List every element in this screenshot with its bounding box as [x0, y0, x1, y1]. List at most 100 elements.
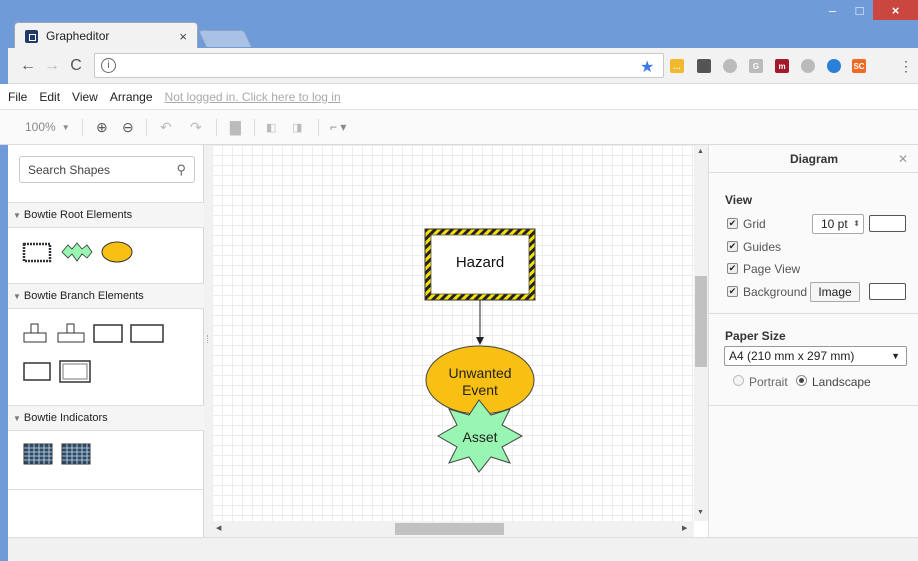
zoom-in-icon[interactable]: ⊕: [96, 118, 108, 136]
branch-shapes-palette: [23, 323, 164, 383]
close-icon[interactable]: ×: [873, 0, 918, 20]
sidebar-splitter[interactable]: [204, 145, 212, 537]
scroll-up-icon[interactable]: ▲: [697, 148, 704, 155]
extension-icon[interactable]: m: [775, 59, 789, 73]
grid-size-stepper[interactable]: 10 pt ⬍: [812, 214, 864, 234]
extension-icon[interactable]: G: [749, 59, 763, 73]
tab-close-icon[interactable]: ×: [179, 29, 187, 44]
view-heading: View: [725, 193, 753, 207]
grid-color-swatch[interactable]: [869, 215, 906, 232]
scroll-right-icon[interactable]: ▶: [682, 524, 687, 532]
section-bowtie-root[interactable]: ▼ Bowtie Root Elements: [8, 202, 204, 228]
image-button[interactable]: Image: [810, 282, 860, 302]
portrait-radio[interactable]: [733, 375, 744, 386]
shape-hazard[interactable]: [22, 242, 52, 263]
landscape-radio[interactable]: [796, 375, 807, 386]
chevron-down-icon: ▼: [891, 351, 900, 361]
menu-arrange[interactable]: Arrange: [110, 90, 153, 104]
connector-edge[interactable]: [476, 300, 484, 345]
toolbar-divider: [82, 119, 83, 136]
reload-icon[interactable]: C: [66, 56, 86, 76]
minimize-icon[interactable]: –: [819, 0, 846, 20]
browser-tab[interactable]: Grapheditor ×: [14, 22, 198, 49]
horizontal-scrollbar[interactable]: ◀ ▶: [212, 521, 694, 537]
shape-threat[interactable]: [93, 324, 123, 343]
back-icon[interactable]: ←: [18, 56, 38, 76]
section-bowtie-branch[interactable]: ▼ Bowtie Branch Elements: [8, 283, 204, 309]
diagram-canvas[interactable]: Hazard Unwanted Event Asset: [212, 145, 694, 521]
shape-unwanted-event[interactable]: [101, 241, 133, 263]
shape-barrier[interactable]: [23, 323, 47, 343]
paper-size-heading: Paper Size: [725, 329, 786, 343]
shape-escalation-factor[interactable]: [59, 360, 91, 383]
shape-security-control[interactable]: [57, 323, 85, 343]
tab-title: Grapheditor: [46, 29, 110, 43]
chevron-down-icon: ▼: [13, 292, 21, 301]
zoom-out-icon[interactable]: ⊖: [122, 118, 134, 136]
vertical-scroll-thumb[interactable]: [695, 276, 707, 367]
to-back-icon[interactable]: ◨: [292, 118, 302, 136]
browser-menu-icon[interactable]: ⋮: [896, 56, 916, 76]
shape-asset[interactable]: [61, 242, 93, 262]
grid-size-value: 10 pt: [821, 217, 848, 231]
scroll-down-icon[interactable]: ▼: [697, 509, 704, 516]
format-panel-title: Diagram: [709, 145, 918, 173]
menu-view[interactable]: View: [72, 90, 98, 104]
horizontal-scroll-thumb[interactable]: [395, 523, 504, 535]
search-shapes-input[interactable]: Search Shapes ⚲: [19, 156, 195, 183]
toolbar-divider: [146, 119, 147, 136]
chevron-down-icon: ▼: [61, 122, 70, 132]
shape-consequence[interactable]: [130, 324, 164, 343]
extension-icon[interactable]: …: [670, 59, 684, 73]
extension-icon[interactable]: [723, 59, 737, 73]
chevron-down-icon: ▼: [13, 211, 21, 220]
scroll-left-icon[interactable]: ◀: [216, 524, 221, 532]
section-bowtie-indicators[interactable]: ▼ Bowtie Indicators: [8, 405, 204, 431]
window-controls: – □ ×: [819, 0, 918, 22]
portrait-label: Portrait: [749, 375, 788, 389]
menu-file[interactable]: File: [8, 90, 27, 104]
status-footer: [8, 537, 918, 561]
shape-indicator-table[interactable]: [23, 443, 53, 465]
landscape-label: Landscape: [812, 375, 871, 389]
paper-size-select[interactable]: A4 (210 mm x 297 mm) ▼: [724, 346, 907, 366]
extension-icon[interactable]: SC: [852, 59, 866, 73]
redo-icon[interactable]: ↷: [190, 118, 202, 136]
menu-edit[interactable]: Edit: [39, 90, 60, 104]
search-icon: ⚲: [176, 162, 186, 177]
address-bar: ← → C i ★ … G m SC ⋮: [0, 48, 918, 84]
extension-icon[interactable]: [827, 59, 841, 73]
section-divider: [8, 489, 204, 490]
to-front-icon[interactable]: ◧: [266, 118, 276, 136]
delete-icon[interactable]: ▇: [230, 118, 241, 136]
background-checkbox[interactable]: ✔: [727, 286, 738, 297]
shape-cause[interactable]: [23, 362, 51, 381]
shape-indicator-table[interactable]: [61, 443, 91, 465]
stepper-arrows-icon[interactable]: ⬍: [853, 215, 860, 233]
maximize-icon[interactable]: □: [846, 0, 873, 20]
extension-icon[interactable]: [801, 59, 815, 73]
bookmark-star-icon[interactable]: ★: [640, 57, 654, 77]
section-title: Bowtie Branch Elements: [23, 290, 144, 302]
menubar: File Edit View Arrange Not logged in. Cl…: [0, 84, 918, 110]
guides-label: Guides: [743, 240, 782, 254]
info-icon[interactable]: i: [101, 58, 116, 73]
zoom-dropdown[interactable]: 100% ▼: [25, 118, 70, 136]
toolbar: 100% ▼ ⊕ ⊖ ↶ ↷ ▇ ◧ ◨ ⌐ ▾: [0, 110, 918, 145]
new-tab-button[interactable]: [198, 30, 252, 47]
page-view-checkbox[interactable]: ✔: [727, 263, 738, 274]
url-input[interactable]: i: [94, 53, 664, 78]
background-color-swatch[interactable]: [869, 283, 906, 300]
undo-icon[interactable]: ↶: [160, 118, 172, 136]
root-shapes-palette: [22, 241, 133, 263]
hazard-label: Hazard: [455, 254, 505, 271]
close-icon[interactable]: ✕: [898, 152, 908, 166]
chevron-down-icon: ▼: [13, 414, 21, 423]
forward-icon[interactable]: →: [42, 56, 62, 76]
login-link[interactable]: Not logged in. Click here to log in: [165, 90, 341, 104]
waypoints-icon[interactable]: ⌐ ▾: [330, 118, 346, 136]
extension-icon[interactable]: [697, 59, 711, 73]
vertical-scrollbar[interactable]: ▲ ▼: [694, 145, 708, 521]
guides-checkbox[interactable]: ✔: [727, 241, 738, 252]
grid-checkbox[interactable]: ✔: [727, 218, 738, 229]
